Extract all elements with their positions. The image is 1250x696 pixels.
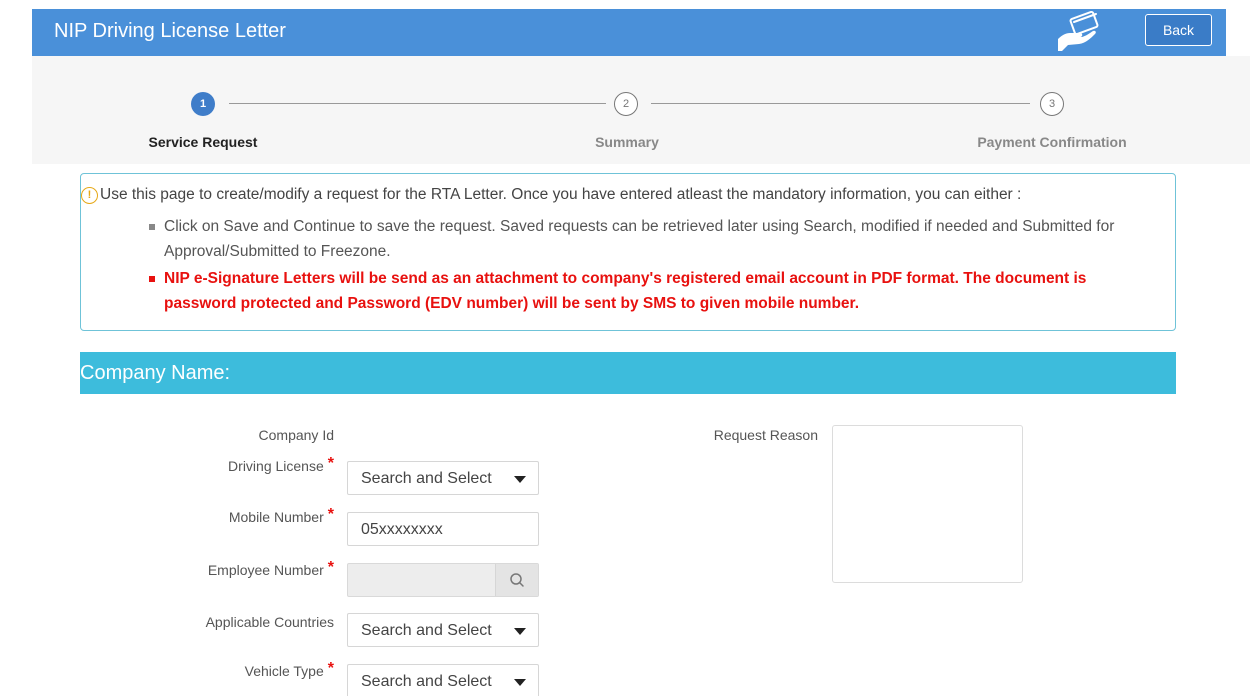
step-1-indicator: 1 [191,92,215,116]
caret-down-icon [514,679,526,686]
mobile-number-label-text: Mobile Number [228,509,324,525]
step-2-indicator: 2 [614,92,638,116]
info-bullet: Click on Save and Continue to save the r… [149,214,1159,264]
step-connector [651,103,1030,104]
progress-stepper: 1 2 3 Service Request Summary Payment Co… [32,56,1250,164]
driving-license-label: Driving License * [150,455,334,476]
back-button[interactable]: Back [1145,14,1212,46]
info-panel: ! Use this page to create/modify a reques… [80,173,1176,331]
mobile-number-label: Mobile Number * [150,506,334,527]
driving-license-label-text: Driving License [228,458,324,474]
applicable-countries-select[interactable]: Search and Select [347,613,539,647]
applicable-countries-label: Applicable Countries [205,614,334,630]
vehicle-type-label-text: Vehicle Type [244,663,324,679]
page-title: NIP Driving License Letter [54,20,286,42]
search-icon [510,573,524,587]
step-3-label: Payment Confirmation [977,134,1127,150]
driving-license-select[interactable]: Search and Select [347,461,539,495]
step-1-label: Service Request [148,134,258,150]
caret-down-icon [514,628,526,635]
required-asterisk: * [327,660,334,677]
applicable-countries-select-value: Search and Select [361,622,492,639]
info-circle-icon: ! [81,187,98,204]
section-header-company: Company Name: [80,352,1176,394]
mobile-number-input[interactable]: 05xxxxxxxx [347,512,539,546]
mobile-number-value: 05xxxxxxxx [361,521,443,538]
vehicle-type-label: Vehicle Type * [150,660,334,681]
employee-number-label-text: Employee Number [207,562,324,578]
request-reason-label: Request Reason [713,427,818,443]
info-intro: ! Use this page to create/modify a reques… [81,186,1021,204]
required-asterisk: * [327,455,334,472]
app-header: NIP Driving License Letter Back [32,9,1226,56]
info-intro-text: Use this page to create/modify a request… [100,186,1022,203]
info-list: Click on Save and Continue to save the r… [149,214,1159,316]
required-asterisk: * [327,559,334,576]
caret-down-icon [514,476,526,483]
request-reason-textarea[interactable] [832,425,1023,583]
employee-number-input[interactable] [347,563,539,597]
employee-number-label: Employee Number * [150,559,334,580]
required-asterisk: * [327,506,334,523]
credit-card-hand-icon [1052,10,1102,53]
employee-search-button[interactable] [495,564,538,596]
vehicle-type-select[interactable]: Search and Select [347,664,539,696]
driving-license-select-value: Search and Select [361,470,492,487]
vehicle-type-select-value: Search and Select [361,673,492,690]
step-connector [229,103,606,104]
company-id-label: Company Id [258,427,334,443]
step-3-indicator: 3 [1040,92,1064,116]
info-warning-bullet: NIP e-Signature Letters will be send as … [149,266,1159,316]
step-2-label: Summary [595,134,659,150]
